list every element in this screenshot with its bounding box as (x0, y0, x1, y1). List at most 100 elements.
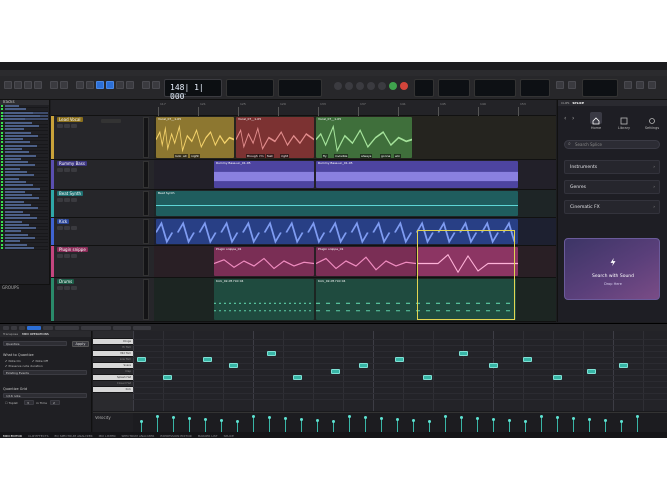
return-to-zero-button[interactable] (334, 82, 342, 90)
lane-kick[interactable] (154, 218, 556, 246)
smart-tool[interactable] (106, 81, 114, 89)
mute-button[interactable] (71, 286, 77, 290)
zoomer-tool[interactable] (76, 81, 84, 89)
record-enable-button[interactable] (57, 254, 63, 258)
operation-select[interactable]: Quantize (3, 341, 67, 346)
solo-button[interactable] (64, 226, 70, 230)
note-velocity-display[interactable] (113, 325, 131, 330)
midi-note[interactable] (619, 363, 628, 368)
slip-mode-button[interactable] (24, 81, 32, 89)
midi-note[interactable] (331, 369, 340, 374)
shuffle-mode-button[interactable] (4, 81, 12, 89)
tab-mix-listen[interactable]: MIX LISTEN (99, 434, 116, 438)
clip-pluck-3[interactable] (418, 247, 518, 276)
clip-drums-2[interactable]: Kick_02-05 Hot 04 (316, 279, 516, 320)
click-button[interactable] (556, 81, 564, 89)
tool-button[interactable] (19, 325, 25, 330)
splice-search-input[interactable]: Search Splice (564, 140, 660, 149)
play-button[interactable] (389, 82, 397, 90)
back-icon[interactable]: ‹ (564, 115, 566, 122)
midi-note[interactable] (523, 357, 532, 362)
track-name[interactable]: Rummy Bass (57, 161, 87, 166)
tab-eq-spectrum[interactable]: EQ SPECTRUM ANALYZER (55, 434, 93, 438)
midi-note[interactable] (229, 363, 238, 368)
midi-merge-button[interactable] (636, 81, 644, 89)
track-drums[interactable]: Drums (51, 278, 154, 322)
spot-mode-button[interactable] (14, 81, 22, 89)
main-counter[interactable]: 148| 1| 000 Bars|Beats (164, 79, 222, 101)
track-name[interactable]: Drums (57, 279, 75, 284)
track-name[interactable]: Lead Vocal (57, 117, 83, 122)
ruler-toggle[interactable] (51, 102, 59, 114)
clip-bass-2[interactable]: Rummy Bass-un_01-05 (316, 161, 518, 188)
nav-settings-button[interactable] (646, 112, 658, 124)
go-to-end-button[interactable] (367, 82, 375, 90)
tab-marker-list[interactable]: MARKER LIST (198, 434, 218, 438)
preserve-duration-checkbox[interactable]: ✔ Preserve note duration (5, 364, 43, 368)
zoom-out-button[interactable] (60, 81, 68, 89)
mute-button[interactable] (71, 226, 77, 230)
record-button[interactable] (400, 82, 408, 90)
tempo-meter-display[interactable] (474, 79, 516, 97)
selector-tool[interactable] (96, 81, 104, 89)
pre-post-roll-display[interactable] (414, 79, 434, 97)
countoff-button[interactable] (568, 81, 576, 89)
midi-note[interactable] (553, 375, 562, 380)
tab-to-transient-button[interactable] (152, 81, 160, 89)
midi-note[interactable] (459, 351, 468, 356)
grabber-tool[interactable] (116, 81, 124, 89)
solo-button[interactable] (64, 168, 70, 172)
lane-drums[interactable]: Kick_02-05 Hot 04 Kick_02-05 Hot 04 (154, 278, 556, 322)
note-off-checkbox[interactable]: ✔ Note Off (32, 359, 48, 363)
mute-button[interactable] (71, 198, 77, 202)
tempo-display[interactable] (133, 325, 151, 330)
apply-button[interactable]: Apply (72, 341, 89, 347)
clip-drums-1[interactable]: Kick_02-05 Hot 04 (214, 279, 314, 320)
note-on-checkbox[interactable]: ✔ Note On (5, 359, 21, 363)
track-name[interactable]: Plugin snippe (57, 247, 88, 252)
tool-button[interactable] (3, 325, 9, 330)
grid-nudge-display[interactable] (278, 79, 322, 97)
solo-button[interactable] (64, 254, 70, 258)
midi-note[interactable] (163, 375, 172, 380)
tuplet-checkbox[interactable]: ☐ Tuplet (5, 401, 18, 405)
midi-note[interactable] (137, 357, 146, 362)
record-enable-button[interactable] (57, 286, 63, 290)
tool-button[interactable] (27, 325, 41, 330)
mute-button[interactable] (71, 124, 77, 128)
track-lead-vocal[interactable]: Lead Vocal (51, 116, 154, 160)
nudge-display[interactable] (81, 325, 111, 330)
tab-clip-effects[interactable]: CLIP EFFECTS (28, 434, 49, 438)
window-config-button[interactable] (648, 81, 656, 89)
track-plugin-snippe[interactable]: Plugin snippe (51, 246, 154, 278)
record-enable-button[interactable] (57, 124, 63, 128)
category-genres[interactable]: Genres › (564, 180, 660, 194)
events-select[interactable]: Existing Events (3, 370, 87, 375)
clip-bass-1[interactable]: Rummy Bass-un_01-05 (214, 161, 314, 188)
clip-vocal-2[interactable]: Vocal_07__1-05 (236, 117, 314, 158)
solo-button[interactable] (64, 198, 70, 202)
category-instruments[interactable]: Instruments › (564, 160, 660, 174)
link-button[interactable] (142, 81, 150, 89)
track-name[interactable]: Beat Synth (57, 191, 84, 196)
midi-note[interactable] (423, 375, 432, 380)
tab-transpose[interactable]: Transpose (3, 332, 18, 336)
pencil-tool[interactable] (126, 81, 134, 89)
solo-button[interactable] (64, 286, 70, 290)
trim-tool[interactable] (86, 81, 94, 89)
lane-rummy-bass[interactable]: Rummy Bass-un_01-05 Rummy Bass-un_01-05 (154, 160, 556, 190)
drum-key-kick[interactable]: Kick (93, 387, 133, 393)
lane-plugin-snippe[interactable]: Plugin snippe_01 Plugin snippe_01 (154, 246, 556, 278)
midi-note[interactable] (489, 363, 498, 368)
clip-synth-1[interactable]: Beat Synth (156, 191, 518, 216)
selection-display[interactable] (226, 79, 274, 97)
track-volume[interactable] (101, 119, 121, 123)
transport-fader-display[interactable] (438, 79, 470, 97)
splice-button[interactable] (624, 81, 632, 89)
tuplet-count-field[interactable]: 3 (24, 400, 34, 405)
mute-button[interactable] (71, 168, 77, 172)
tab-splice[interactable]: SPLICE (224, 434, 234, 438)
grid-value-select[interactable]: 1/16 note (3, 393, 87, 398)
rewind-button[interactable] (345, 82, 353, 90)
tool-button[interactable] (11, 325, 17, 330)
